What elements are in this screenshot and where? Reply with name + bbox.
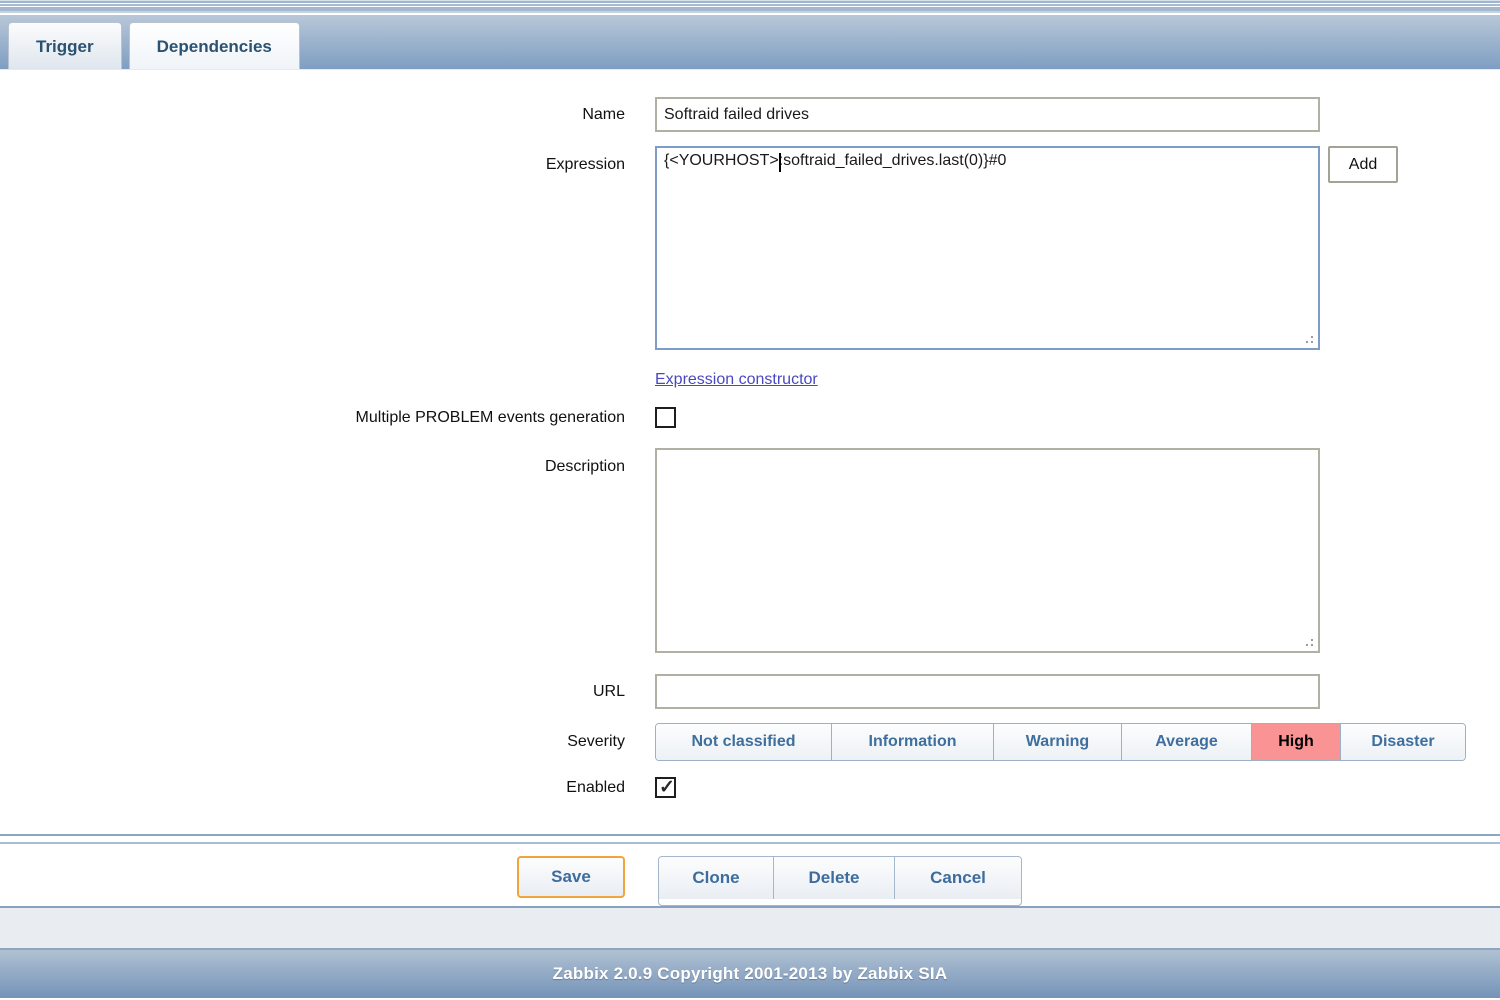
severity-label: Severity bbox=[0, 733, 625, 751]
top-striped-header bbox=[0, 0, 1500, 15]
text-caret bbox=[779, 153, 781, 172]
trigger-config-page: Trigger Dependencies Name Expression {<Y… bbox=[0, 0, 1500, 1000]
severity-average-button[interactable]: Average bbox=[1121, 724, 1251, 760]
add-button[interactable]: Add bbox=[1328, 146, 1398, 183]
enabled-label: Enabled bbox=[0, 779, 625, 797]
footer: Zabbix 2.0.9 Copyright 2001-2013 by Zabb… bbox=[0, 948, 1500, 998]
severity-high-button[interactable]: High bbox=[1251, 724, 1340, 760]
resize-grip-icon[interactable] bbox=[1303, 333, 1313, 343]
description-textarea[interactable] bbox=[655, 448, 1320, 653]
url-input[interactable] bbox=[655, 674, 1320, 709]
secondary-button-group: Clone Delete Cancel bbox=[658, 856, 1022, 906]
clone-button[interactable]: Clone bbox=[659, 857, 773, 899]
save-button[interactable]: Save bbox=[517, 856, 625, 898]
footer-copyright-text: Zabbix 2.0.9 Copyright 2001-2013 by Zabb… bbox=[553, 964, 948, 984]
enabled-checkbox[interactable] bbox=[655, 777, 676, 798]
name-label: Name bbox=[0, 106, 625, 124]
section-divider bbox=[0, 834, 1500, 844]
description-label: Description bbox=[0, 448, 625, 476]
severity-warning-button[interactable]: Warning bbox=[993, 724, 1121, 760]
tab-bar: Trigger Dependencies bbox=[0, 15, 1500, 70]
trigger-form: Name Expression {<YOURHOST>:softraid_fai… bbox=[0, 70, 1500, 798]
expression-textarea[interactable]: {<YOURHOST>:softraid_failed_drives.last(… bbox=[655, 146, 1320, 350]
action-button-bar: Save Clone Delete Cancel bbox=[0, 844, 1500, 906]
multiple-problem-checkbox[interactable] bbox=[655, 407, 676, 428]
cancel-button[interactable]: Cancel bbox=[894, 857, 1021, 899]
url-label: URL bbox=[0, 683, 625, 701]
severity-disaster-button[interactable]: Disaster bbox=[1340, 724, 1465, 760]
severity-control: Not classified Information Warning Avera… bbox=[655, 723, 1466, 761]
expression-label: Expression bbox=[0, 146, 625, 174]
tab-trigger[interactable]: Trigger bbox=[8, 22, 122, 69]
footer-spacer-band bbox=[0, 906, 1500, 948]
name-input[interactable] bbox=[655, 97, 1320, 132]
severity-not-classified-button[interactable]: Not classified bbox=[656, 724, 831, 760]
tab-dependencies[interactable]: Dependencies bbox=[129, 22, 300, 69]
resize-grip-icon[interactable] bbox=[1303, 636, 1313, 646]
delete-button[interactable]: Delete bbox=[773, 857, 894, 899]
severity-information-button[interactable]: Information bbox=[831, 724, 993, 760]
expression-constructor-link[interactable]: Expression constructor bbox=[655, 371, 818, 388]
multiple-problem-label: Multiple PROBLEM events generation bbox=[0, 409, 625, 427]
